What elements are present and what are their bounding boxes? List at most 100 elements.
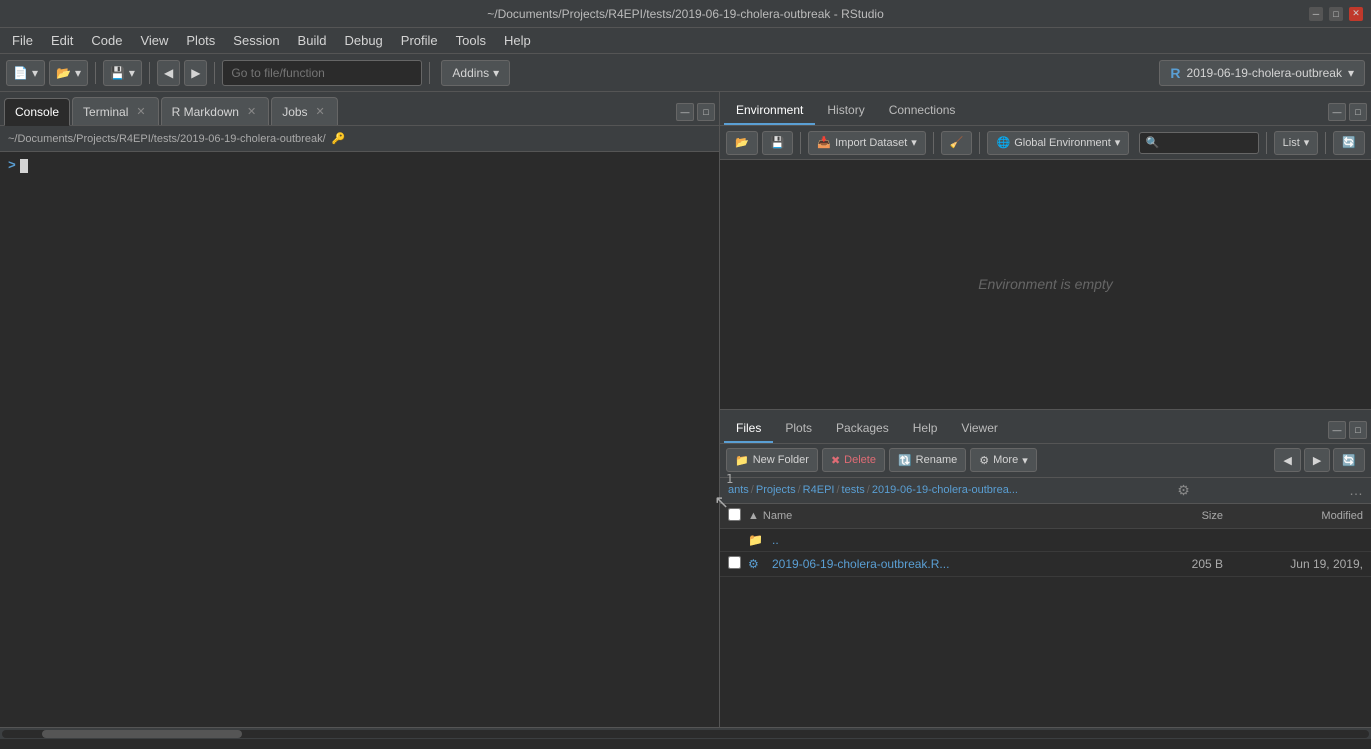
nav-back-button[interactable]: ◀ [157, 60, 180, 86]
scrollbar-thumb[interactable] [42, 730, 242, 738]
file-check-rfile[interactable] [728, 556, 748, 572]
folder-icon: 📁 [748, 533, 763, 547]
file-row-parent[interactable]: 📁 .. [720, 529, 1371, 552]
menu-file[interactable]: File [4, 31, 41, 50]
tab-connections[interactable]: Connections [877, 97, 968, 125]
breadcrumb-item-projects[interactable]: Projects [756, 484, 796, 496]
file-icon-parent: 📁 [748, 533, 768, 547]
menu-tools[interactable]: Tools [448, 31, 494, 50]
import-dataset-button[interactable]: 📥 Import Dataset ▾ [808, 131, 925, 155]
nav-forward-button[interactable]: ▶ [184, 60, 207, 86]
env-panel-minimize[interactable]: — [1328, 103, 1346, 121]
save-button[interactable]: 💾 ▾ [103, 60, 142, 86]
tab-terminal-close[interactable]: ✕ [134, 104, 147, 119]
tab-terminal[interactable]: Terminal ✕ [72, 97, 159, 125]
tab-help[interactable]: Help [901, 415, 950, 443]
files-back-button[interactable]: ◀ [1274, 448, 1300, 472]
minimize-button[interactable]: ─ [1309, 7, 1323, 21]
breadcrumb-item-r4epi[interactable]: R4EPI [803, 484, 835, 496]
addins-button[interactable]: Addins ▾ [441, 60, 510, 86]
scrollbar-track[interactable] [2, 730, 1369, 738]
files-tab-bar: Files Plots Packages Help Viewer — □ [720, 410, 1371, 444]
left-panel-maximize[interactable]: □ [697, 103, 715, 121]
file-checkbox-rfile[interactable] [728, 556, 741, 569]
files-panel-minimize[interactable]: — [1328, 421, 1346, 439]
breadcrumb-settings-icon[interactable]: ⚙ [1177, 482, 1190, 499]
maximize-button[interactable]: □ [1329, 7, 1343, 21]
menu-plots[interactable]: Plots [178, 31, 223, 50]
forward-icon: ▶ [191, 66, 200, 80]
global-env-button[interactable]: 🌐 Global Environment ▾ [987, 131, 1129, 155]
select-all-checkbox[interactable] [728, 508, 741, 521]
new-file-button[interactable]: 📄 ▾ [6, 60, 45, 86]
list-button[interactable]: List ▾ [1274, 131, 1319, 155]
delete-icon: ✖ [831, 454, 840, 467]
load-workspace-button[interactable]: 📂 [726, 131, 758, 155]
menu-profile[interactable]: Profile [393, 31, 446, 50]
more-button[interactable]: ⚙ More ▾ [970, 448, 1036, 472]
env-search-input[interactable] [1139, 132, 1259, 154]
tab-packages[interactable]: Packages [824, 415, 901, 443]
go-to-file-input[interactable] [222, 60, 422, 86]
close-button[interactable]: ✕ [1349, 7, 1363, 21]
files-panel-maximize[interactable]: □ [1349, 421, 1367, 439]
left-panel-minimize[interactable]: — [676, 103, 694, 121]
env-panel-maximize[interactable]: □ [1349, 103, 1367, 121]
file-name-rfile[interactable]: 2019-06-19-cholera-outbreak.R... [772, 557, 1143, 571]
rename-label: Rename [916, 454, 958, 466]
breadcrumb-item-tests[interactable]: tests [842, 484, 865, 496]
tab-viewer[interactable]: Viewer [949, 415, 1009, 443]
env-toolbar: 📂 💾 📥 Import Dataset ▾ 🧹 🌐 [720, 126, 1371, 160]
clear-env-button[interactable]: 🧹 [941, 131, 973, 155]
delete-button[interactable]: ✖ Delete [822, 448, 885, 472]
import-arrow: ▾ [911, 136, 917, 149]
project-arrow: ▾ [1348, 66, 1354, 80]
line-number: 1 [726, 472, 733, 486]
menu-view[interactable]: View [132, 31, 176, 50]
tab-rmarkdown-close[interactable]: ✕ [245, 104, 258, 119]
header-name[interactable]: ▲ Name [748, 510, 1143, 522]
tab-console[interactable]: Console [4, 98, 70, 126]
tab-environment[interactable]: Environment [724, 97, 815, 125]
files-sync-button[interactable]: 🔄 [1333, 448, 1365, 472]
clear-env-icon: 🧹 [950, 136, 964, 149]
menu-build[interactable]: Build [290, 31, 335, 50]
delete-label: Delete [844, 454, 876, 466]
env-empty-message: Environment is empty [720, 160, 1371, 409]
console-area[interactable]: > [0, 152, 719, 727]
rename-button[interactable]: 🔃 Rename [889, 448, 966, 472]
files-forward-button[interactable]: ▶ [1304, 448, 1330, 472]
header-size[interactable]: Size [1143, 510, 1223, 522]
tab-jobs-label: Jobs [282, 105, 307, 119]
open-file-button[interactable]: 📂 ▾ [49, 60, 88, 86]
tab-history-label: History [827, 103, 864, 117]
tab-files[interactable]: Files [724, 415, 773, 443]
files-toolbar: 📁 New Folder ✖ Delete 🔃 Rename ⚙ More ▾ [720, 444, 1371, 478]
back-icon: ◀ [164, 66, 173, 80]
breadcrumb-item-cholera[interactable]: 2019-06-19-cholera-outbrea... [872, 484, 1018, 496]
save-arrow: ▾ [129, 66, 135, 80]
bottom-scrollbar[interactable] [0, 727, 1371, 739]
file-name-parent[interactable]: .. [772, 533, 1143, 547]
menu-debug[interactable]: Debug [336, 31, 390, 50]
breadcrumb-bar: ants / Projects / R4EPI / tests / 2019-0… [720, 478, 1371, 504]
tab-jobs[interactable]: Jobs ✕ [271, 97, 338, 125]
menu-edit[interactable]: Edit [43, 31, 81, 50]
tab-rmarkdown[interactable]: R Markdown ✕ [161, 97, 270, 125]
tab-plots[interactable]: Plots [773, 415, 824, 443]
project-label: 2019-06-19-cholera-outbreak [1187, 66, 1342, 80]
new-folder-button[interactable]: 📁 New Folder [726, 448, 818, 472]
menu-session[interactable]: Session [225, 31, 287, 50]
save-workspace-button[interactable]: 💾 [762, 131, 794, 155]
tab-history[interactable]: History [815, 97, 876, 125]
menu-help[interactable]: Help [496, 31, 539, 50]
prompt-symbol: > [8, 158, 16, 173]
addins-arrow: ▾ [493, 66, 499, 80]
env-refresh-icon: 🔄 [1342, 136, 1356, 149]
header-modified[interactable]: Modified [1223, 510, 1363, 522]
menu-code[interactable]: Code [83, 31, 130, 50]
env-refresh-button[interactable]: 🔄 [1333, 131, 1365, 155]
file-row-rfile[interactable]: ⚙ 2019-06-19-cholera-outbreak.R... 205 B… [720, 552, 1371, 577]
project-button[interactable]: R 2019-06-19-cholera-outbreak ▾ [1159, 60, 1365, 86]
tab-jobs-close[interactable]: ✕ [314, 104, 327, 119]
